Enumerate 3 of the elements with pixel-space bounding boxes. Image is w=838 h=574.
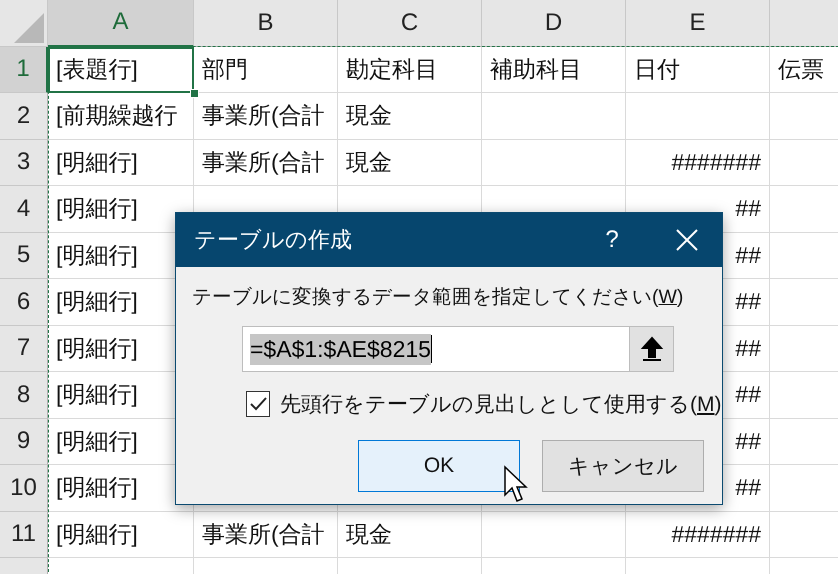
range-prompt: テーブルに変換するデータ範囲を指定してください(W) xyxy=(192,285,684,310)
checkbox-label: 先頭行をテーブルの見出しとして使用する(M) xyxy=(280,392,722,418)
dialog-title: テーブルの作成 xyxy=(193,226,353,254)
